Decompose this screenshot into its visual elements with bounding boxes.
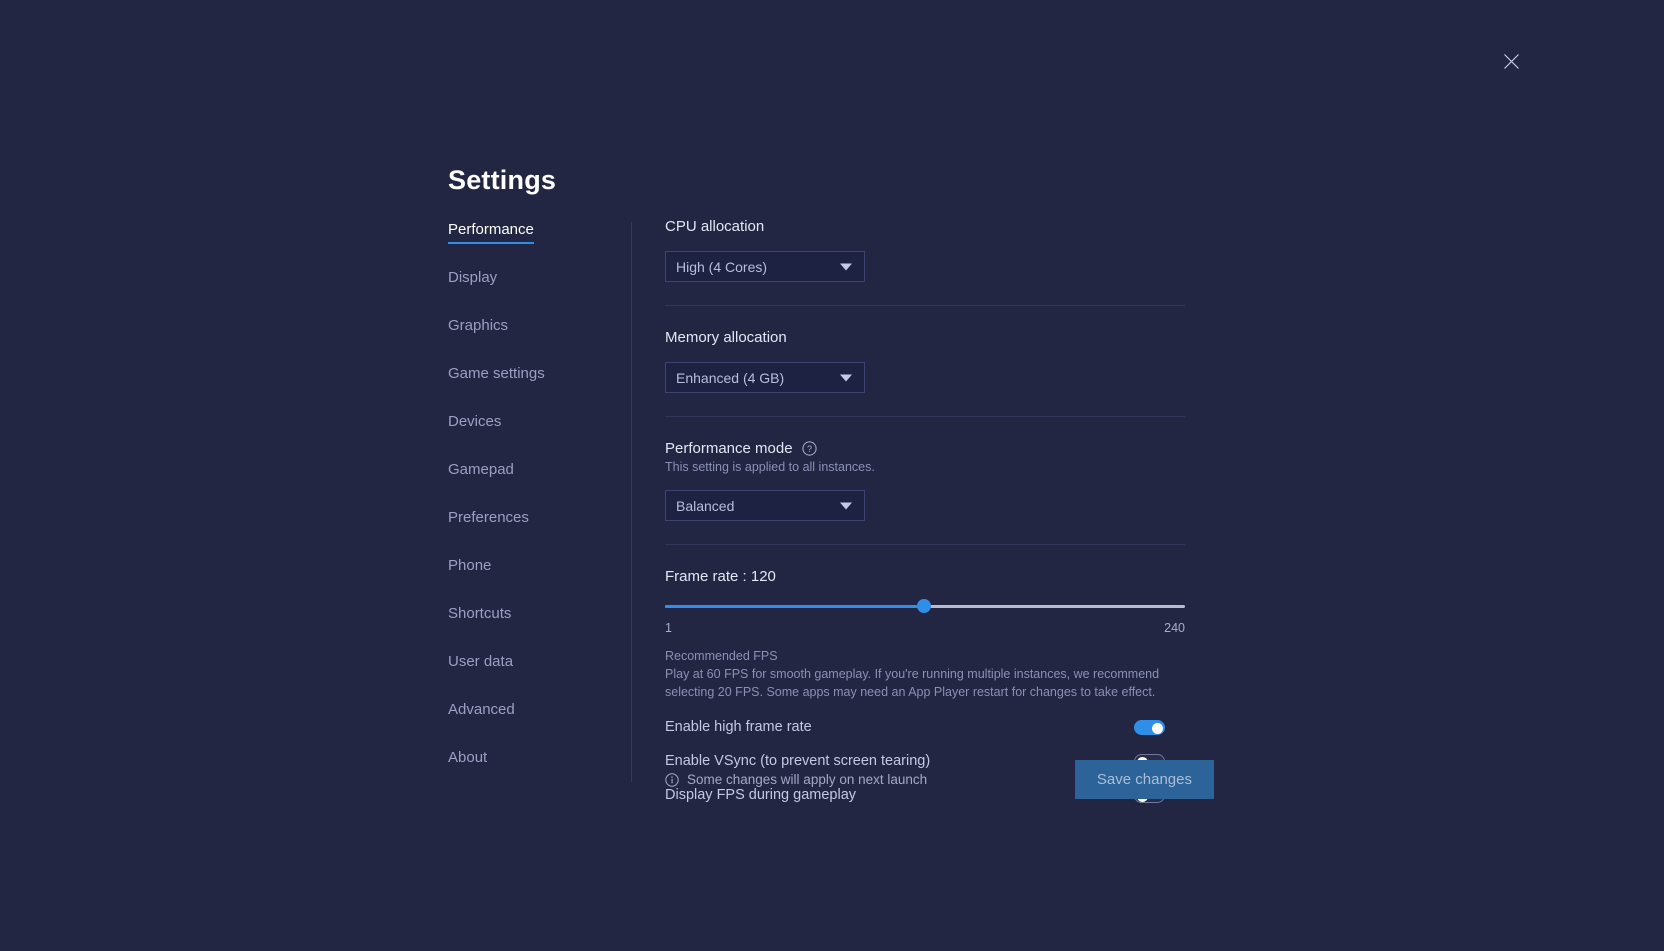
settings-sidebar: Performance Display Graphics Game settings D…	[448, 222, 633, 798]
section-performance-mode: Performance mode ? This setting is appli…	[665, 417, 1185, 521]
performance-mode-header: Performance mode ?	[665, 440, 1185, 457]
cpu-allocation-value: High (4 Cores)	[676, 259, 767, 275]
settings-footer: Some changes will apply on next launch S…	[665, 760, 1214, 799]
settings-window: Settings Performance Display Graphics Game …	[0, 0, 1664, 951]
performance-mode-label: Performance mode	[665, 440, 793, 457]
slider-range-labels: 1 240	[665, 621, 1185, 635]
footer-note: Some changes will apply on next launch	[665, 772, 927, 787]
section-cpu-allocation: CPU allocation High (4 Cores)	[665, 218, 1185, 282]
recommended-fps-body: Play at 60 FPS for smooth gameplay. If y…	[665, 665, 1165, 701]
chevron-down-icon	[840, 502, 852, 509]
help-circle-icon[interactable]: ?	[802, 441, 817, 456]
sidebar-item-gamepad[interactable]: Gamepad	[448, 462, 514, 484]
sidebar-item-graphics[interactable]: Graphics	[448, 318, 508, 340]
save-button[interactable]: Save changes	[1075, 760, 1214, 799]
sidebar-item-advanced[interactable]: Advanced	[448, 702, 515, 724]
toggle-label: Enable high frame rate	[665, 719, 812, 735]
slider-max-label: 240	[1164, 621, 1185, 635]
settings-content: CPU allocation High (4 Cores) Memory all…	[665, 218, 1185, 803]
section-memory-allocation: Memory allocation Enhanced (4 GB)	[665, 306, 1185, 393]
sidebar-item-display[interactable]: Display	[448, 270, 497, 292]
memory-allocation-label: Memory allocation	[665, 329, 1185, 346]
chevron-down-icon	[840, 374, 852, 381]
close-icon[interactable]	[1498, 48, 1524, 74]
sidebar-item-preferences[interactable]: Preferences	[448, 510, 529, 532]
toggle-row: Enable high frame rate	[665, 719, 1165, 735]
sidebar-item-about[interactable]: About	[448, 750, 487, 772]
frame-rate-label: Frame rate : 120	[665, 568, 1185, 585]
chevron-down-icon	[840, 263, 852, 270]
sidebar-item-user-data[interactable]: User data	[448, 654, 513, 676]
sidebar-item-performance[interactable]: Performance	[448, 222, 534, 244]
cpu-allocation-select[interactable]: High (4 Cores)	[665, 251, 865, 282]
svg-text:?: ?	[807, 444, 812, 454]
slider-thumb[interactable]	[917, 599, 931, 613]
performance-mode-value: Balanced	[676, 498, 734, 514]
info-circle-icon	[665, 773, 679, 787]
performance-mode-select[interactable]: Balanced	[665, 490, 865, 521]
sidebar-divider	[631, 222, 632, 782]
slider-min-label: 1	[665, 621, 672, 635]
page-title: Settings	[448, 165, 556, 196]
frame-rate-slider[interactable]	[665, 599, 1185, 613]
toggle-switch[interactable]	[1134, 720, 1165, 735]
slider-fill	[665, 605, 924, 608]
sidebar-item-shortcuts[interactable]: Shortcuts	[448, 606, 511, 628]
cpu-allocation-label: CPU allocation	[665, 218, 1185, 235]
recommended-fps-title: Recommended FPS	[665, 649, 1185, 663]
memory-allocation-select[interactable]: Enhanced (4 GB)	[665, 362, 865, 393]
performance-mode-note: This setting is applied to all instances…	[665, 460, 1185, 474]
sidebar-item-phone[interactable]: Phone	[448, 558, 491, 580]
sidebar-item-devices[interactable]: Devices	[448, 414, 501, 436]
sidebar-item-game-settings[interactable]: Game settings	[448, 366, 545, 388]
memory-allocation-value: Enhanced (4 GB)	[676, 370, 784, 386]
toggle-knob	[1152, 723, 1163, 734]
footer-note-text: Some changes will apply on next launch	[687, 772, 927, 787]
